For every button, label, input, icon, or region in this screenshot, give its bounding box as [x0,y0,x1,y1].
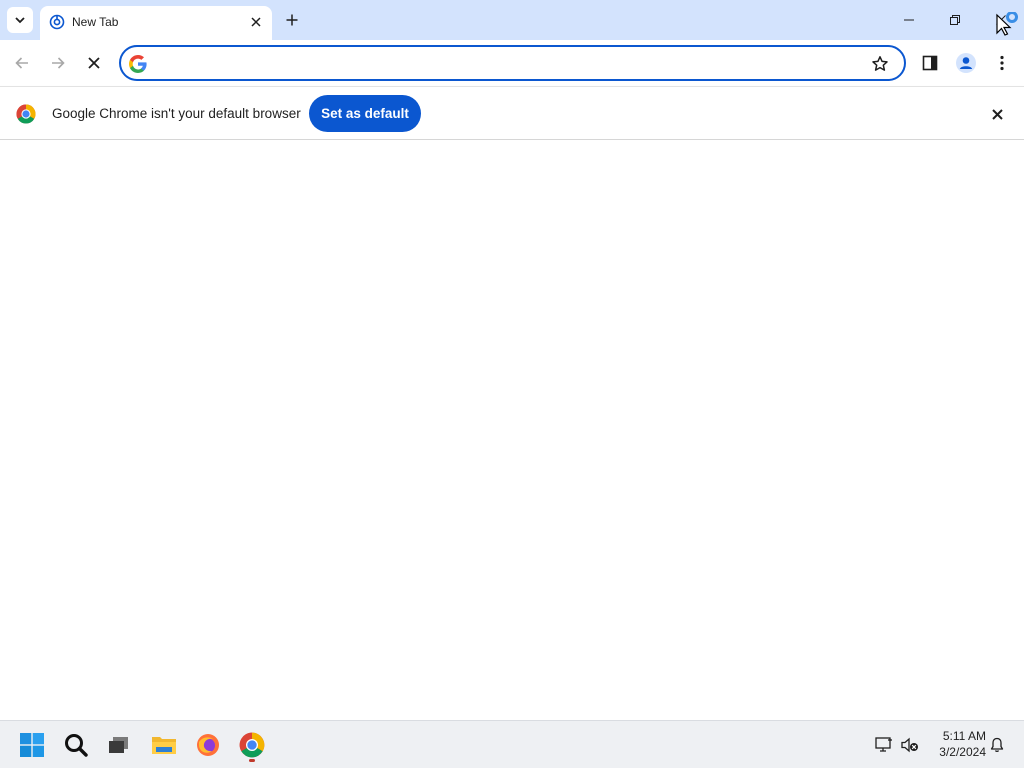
system-clock[interactable]: 5:11 AM 3/2/2024 [926,728,986,760]
browser-toolbar [0,40,1024,86]
side-panel-icon [922,55,938,71]
side-panel-button[interactable] [916,49,944,77]
restore-button[interactable] [932,0,978,40]
google-g-icon [129,55,147,73]
taskbar-search-button[interactable] [60,729,92,761]
volume-tray-button[interactable] [900,735,920,755]
chrome-taskbar-button[interactable] [236,729,268,761]
forward-button[interactable] [44,49,72,77]
taskbar: 5:11 AM 3/2/2024 [0,720,1024,768]
page-content[interactable] [0,140,1024,720]
clock-date: 3/2/2024 [939,745,986,759]
file-explorer-button[interactable] [148,729,180,761]
back-button[interactable] [8,49,36,77]
chrome-icon [239,732,265,758]
close-icon [251,17,261,27]
start-button[interactable] [16,729,48,761]
firefox-button[interactable] [192,729,224,761]
tab-strip: New Tab [0,0,1024,40]
notifications-button[interactable] [987,735,1007,755]
close-icon [991,108,1003,120]
infobar-message: Google Chrome isn't your default browser [52,106,301,121]
profile-button[interactable] [952,49,980,77]
network-icon [875,737,892,752]
network-tray-button[interactable] [874,735,894,755]
omnibox-input[interactable] [155,52,855,74]
chrome-menu-button[interactable] [988,49,1016,77]
chrome-new-tab-icon [49,14,65,30]
search-icon [65,734,88,757]
clock-time: 5:11 AM [942,729,986,743]
tab-title: New Tab [72,15,119,29]
minimize-icon [904,19,914,21]
chevron-down-icon [15,17,25,24]
active-app-indicator [249,759,255,762]
set-as-default-button[interactable]: Set as default [309,95,421,132]
stop-loading-button[interactable] [80,49,108,77]
restore-icon [950,15,960,25]
bell-icon [990,737,1004,752]
new-tab-button[interactable] [280,8,304,32]
more-vertical-icon [1000,55,1004,71]
volume-muted-icon [901,737,918,753]
tab-new-tab[interactable]: New Tab [40,6,272,40]
address-bar[interactable] [119,45,906,81]
back-arrow-icon [15,57,28,69]
star-icon [872,56,888,71]
plus-icon [286,14,298,26]
chrome-logo-icon [16,104,36,124]
task-view-icon [109,737,128,753]
tab-close-button[interactable] [246,12,266,32]
bookmark-button[interactable] [869,53,891,75]
forward-arrow-icon [52,57,65,69]
stop-loading-icon [88,57,100,69]
minimize-button[interactable] [886,0,932,40]
firefox-icon [197,734,219,756]
task-view-button[interactable] [103,729,135,761]
profile-avatar-icon [956,53,976,73]
start-icon [20,733,44,757]
tab-search-button[interactable] [7,7,33,33]
default-browser-infobar: Google Chrome isn't your default browser… [0,86,1024,140]
file-explorer-icon [152,737,176,754]
busy-cursor-icon [996,12,1018,36]
infobar-close-button[interactable] [986,103,1008,125]
screen: New Tab Google Chrome isn't your default… [0,0,1024,768]
